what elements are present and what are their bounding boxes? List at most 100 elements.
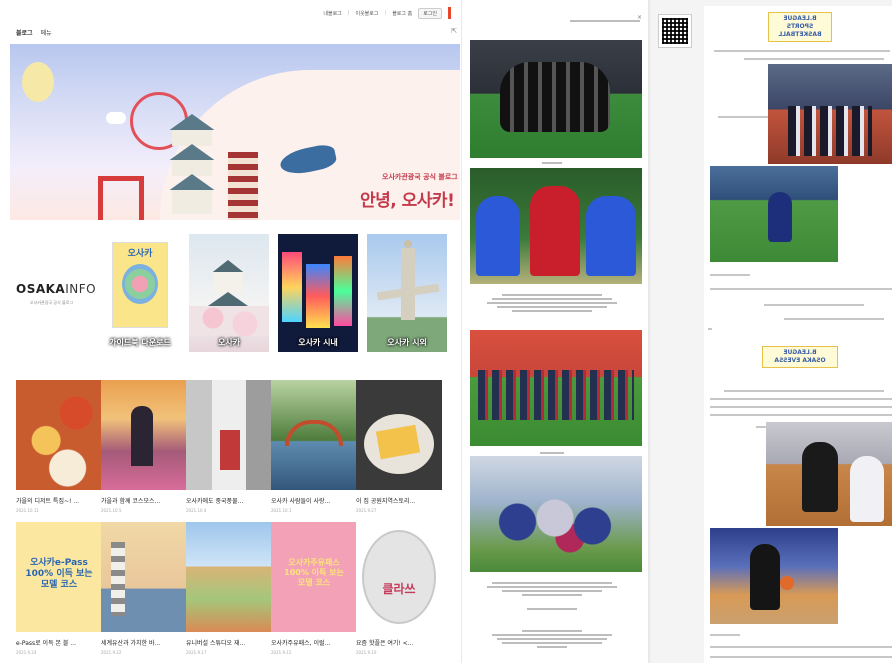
post-date: 2021.10.5: [101, 508, 122, 513]
hero-title: 안녕, 오사카!: [360, 191, 455, 211]
caption-line: [482, 160, 622, 166]
text-line: [756, 426, 766, 428]
post-date: 2021.10.1: [271, 508, 292, 513]
qr-code-icon[interactable]: [658, 14, 692, 48]
text-line: [710, 656, 892, 658]
text-line: [744, 58, 884, 60]
naver-badge-icon[interactable]: [448, 7, 451, 19]
category-outside-city[interactable]: 오사카 시외: [367, 234, 447, 352]
post-title: 세계유산과 가치한 바...: [101, 640, 161, 647]
post-card[interactable]: 세계유산과 가치한 바... 2021.9.22: [101, 522, 187, 660]
post-date: 2021.9.27: [356, 508, 377, 513]
post-title: 오사카에도 중국풍물...: [186, 498, 244, 505]
post-card[interactable]: 이 집 공원지역스토리... 2021.9.27: [356, 380, 442, 518]
basketball-article-page: B.LEAGUE SPORTS BASKETBALL B.LEAGUE OSAK…: [704, 6, 892, 663]
post-date: 2021.10.4: [186, 508, 207, 513]
nav-blog-home[interactable]: 블로그 홈: [392, 10, 412, 17]
post-card[interactable]: 클라쓰 요즘 핫플은 여기! <... 2021.9.10: [356, 522, 442, 660]
article-photo: [470, 330, 642, 446]
league-badge: B.LEAGUE SPORTS BASKETBALL: [768, 12, 832, 42]
tab-blog[interactable]: 블로그: [16, 28, 33, 37]
rugby-article-panel: ×: [462, 0, 648, 663]
share-icon[interactable]: ⇱: [451, 27, 457, 35]
guidebook-cover-title: 오사카: [127, 249, 153, 259]
post-title: 요즘 핫플은 여기! <...: [356, 640, 414, 647]
thumbnail-text: 오사카e-Pass 100% 이득 보는 모델 코스: [25, 558, 93, 590]
league-badge: B.LEAGUE OSAKA EVESSA: [762, 346, 838, 368]
hero-subtitle: 오사카관광국 공식 블로그: [382, 173, 458, 181]
post-date: 2021.9.24: [16, 650, 37, 655]
post-thumbnail: [101, 522, 187, 632]
category-label: 가이드북 다운로드: [109, 338, 171, 347]
cloud-icon: [106, 112, 126, 124]
post-card[interactable]: 유니버설 스튜디오 재... 2021.9.17: [186, 522, 272, 660]
post-date: 2021.9.15: [271, 650, 292, 655]
post-title: e-Pass로 이득 본 블 ...: [16, 640, 77, 647]
post-date: 2021.10.11: [16, 508, 39, 513]
article-text: [482, 580, 622, 598]
post-card[interactable]: 오사카 사람들이 사랑... 2021.10.1: [271, 380, 357, 518]
thumbnail-text: 클라쓰: [382, 582, 416, 596]
text-line: [784, 318, 884, 320]
text-line: [710, 274, 750, 276]
post-card[interactable]: 오사카e-Pass 100% 이득 보는 모델 코스 e-Pass로 이득 본 …: [16, 522, 102, 660]
post-date: 2021.9.22: [101, 650, 122, 655]
torii-gate-icon: [98, 176, 144, 220]
post-title: 가을의 디저트 특집~! ...: [16, 498, 80, 505]
post-date: 2021.9.17: [186, 650, 207, 655]
blog-tabs: 블로그 메뉴: [16, 28, 52, 37]
post-thumbnail: [271, 380, 357, 490]
article-header-lines: [570, 18, 640, 24]
text-line: [710, 634, 740, 636]
category-label: 오사카 시내: [298, 338, 338, 347]
brand-tagline: 오사카관광국 공식 블로그: [30, 300, 74, 305]
post-title: 오사카주유패스, 이럴...: [271, 640, 331, 647]
text-line: [710, 646, 892, 648]
post-card[interactable]: 오사카에도 중국풍물... 2021.10.4: [186, 380, 272, 518]
article-photo: [470, 168, 642, 284]
post-card[interactable]: 가을의 디저트 특집~! ... 2021.10.11: [16, 380, 102, 518]
text-line: [710, 288, 892, 290]
osakainfo-logo[interactable]: OSAKAINFO: [16, 282, 96, 296]
post-title: 이 집 공원지역스토리...: [356, 498, 416, 505]
pagoda-icon: [228, 152, 258, 220]
moon-icon: [22, 62, 54, 102]
category-label: 오사카 시외: [387, 338, 427, 347]
post-thumbnail: [186, 380, 272, 490]
basketball-photo: [710, 528, 838, 624]
login-button[interactable]: 로그인: [418, 7, 442, 19]
nav-separator: |: [347, 10, 350, 16]
nav-neighbor-blog[interactable]: 이웃블로그: [355, 10, 378, 17]
post-thumbnail: 클라쓰: [356, 522, 442, 632]
tab-menu[interactable]: 메뉴: [41, 28, 52, 37]
logo-light: INFO: [65, 282, 97, 296]
post-thumbnail: [186, 522, 272, 632]
post-date: 2021.9.10: [356, 650, 377, 655]
article-photo: [470, 40, 642, 158]
nav-my-blog[interactable]: 내블로그: [323, 10, 341, 17]
basketball-photo: [768, 64, 892, 164]
post-thumbnail: [356, 380, 442, 490]
category-guidebook[interactable]: 오사카 가이드북 다운로드: [100, 234, 180, 352]
blog-panel: 내블로그 | 이웃블로그 | 블로그 홈 로그인 블로그 메뉴 ⇱ 오사카관광국…: [0, 0, 461, 663]
post-card[interactable]: 가을과 함께 코스모스... 2021.10.5: [101, 380, 187, 518]
post-thumbnail: 오사카e-Pass 100% 이득 보는 모델 코스: [16, 522, 102, 632]
text-line: [710, 414, 892, 416]
article-text: [482, 292, 622, 314]
text-line: [714, 50, 890, 52]
basketball-photo: [710, 166, 838, 262]
text-line: [718, 116, 768, 118]
text-line: [724, 390, 884, 392]
post-title: 유니버설 스튜디오 재...: [186, 640, 246, 647]
category-city[interactable]: 오사카 시내: [278, 234, 358, 352]
hero-banner: 오사카관광국 공식 블로그 안녕, 오사카!: [10, 44, 460, 220]
logo-bold: OSAKA: [16, 282, 66, 296]
article-photo: [470, 456, 642, 572]
text-line: [708, 328, 712, 330]
article-text: [482, 606, 622, 612]
nav-separator: |: [384, 10, 387, 16]
category-osaka[interactable]: 오사카: [189, 234, 269, 352]
post-card[interactable]: 오사카주유패스 100% 이득 보는 모델 코스 오사카주유패스, 이럴... …: [271, 522, 357, 660]
basketball-photo: [766, 422, 892, 526]
text-line: [764, 304, 864, 306]
